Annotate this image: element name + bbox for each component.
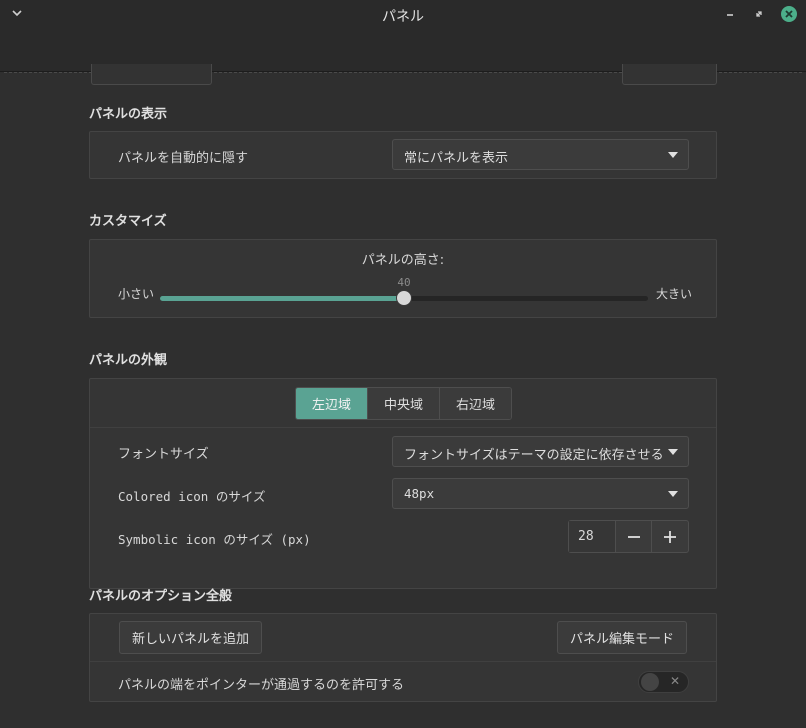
font-size-label: フォントサイズ xyxy=(118,447,209,462)
slider-value: 40 xyxy=(397,276,411,289)
symbolic-icon-value[interactable]: 28 xyxy=(569,521,616,552)
settings-content: パネルの表示 パネルを自動的に隠す 常にパネルを表示 カスタマイズ パネルの高さ… xyxy=(0,64,806,728)
toggle-off-icon: ✕ xyxy=(669,674,680,688)
colored-icon-label: Colored icon のサイズ xyxy=(118,489,266,504)
pointer-pass-toggle[interactable]: ✕ xyxy=(638,671,689,693)
minimize-icon[interactable] xyxy=(722,6,738,22)
dropdown-arrow-icon xyxy=(668,449,678,455)
add-panel-button[interactable]: 新しいパネルを追加 xyxy=(119,621,262,654)
symbolic-icon-spinner: 28 xyxy=(568,520,689,553)
colored-icon-combo-value: 48px xyxy=(404,486,435,501)
font-size-combo[interactable]: フォントサイズはテーマの設定に依存させる xyxy=(392,436,689,467)
window-title: パネル xyxy=(382,9,424,25)
scrolled-button-left[interactable] xyxy=(91,64,212,85)
plus-icon xyxy=(664,530,676,543)
slider-handle[interactable] xyxy=(396,290,412,306)
increment-button[interactable] xyxy=(652,521,688,552)
section-title-general: パネルのオプション全般 xyxy=(89,589,233,604)
autohide-combo[interactable]: 常にパネルを表示 xyxy=(392,139,689,170)
section-title-appearance: パネルの外観 xyxy=(89,353,168,368)
section-title-customize: カスタマイズ xyxy=(89,214,167,229)
section-title-visibility: パネルの表示 xyxy=(89,107,168,122)
font-size-combo-value: フォントサイズはテーマの設定に依存させる xyxy=(404,448,664,463)
divider xyxy=(90,661,716,662)
panel-edit-mode-button[interactable]: パネル編集モード xyxy=(557,621,687,654)
colored-icon-combo[interactable]: 48px xyxy=(392,478,689,509)
title-bar: パネル xyxy=(0,0,806,72)
divider xyxy=(90,427,716,428)
minus-icon xyxy=(627,535,640,538)
dropdown-arrow-icon xyxy=(668,491,678,497)
slider-fill xyxy=(160,296,404,301)
tab-left-zone[interactable]: 左辺域 xyxy=(296,388,368,419)
maximize-icon[interactable] xyxy=(751,6,767,22)
dropdown-arrow-icon xyxy=(668,152,678,158)
pointer-pass-label: パネルの端をポインターが通過するのを許可する xyxy=(118,678,405,693)
panel-height-label: パネルの高さ: xyxy=(361,253,445,268)
tab-center-zone[interactable]: 中央域 xyxy=(368,388,440,419)
general-frame: 新しいパネルを追加 パネル編集モード パネルの端をポインターが通過するのを許可す… xyxy=(89,613,717,702)
autohide-combo-value: 常にパネルを表示 xyxy=(404,151,509,166)
slider-max-label: 大きい xyxy=(656,287,693,301)
autohide-label: パネルを自動的に隠す xyxy=(118,151,249,166)
appearance-frame: 左辺域 中央域 右辺域 フォントサイズ フォントサイズはテーマの設定に依存させる… xyxy=(89,378,717,589)
toggle-knob xyxy=(641,673,659,691)
zone-tabs: 左辺域 中央域 右辺域 xyxy=(295,387,512,420)
tab-right-zone[interactable]: 右辺域 xyxy=(440,388,511,419)
visibility-frame: パネルを自動的に隠す 常にパネルを表示 xyxy=(89,131,717,179)
slider-min-label: 小さい xyxy=(118,287,155,301)
customize-frame: パネルの高さ: 小さい 大きい 40 xyxy=(89,239,717,318)
scrolled-button-right[interactable] xyxy=(622,64,717,85)
symbolic-icon-label: Symbolic icon のサイズ (px) xyxy=(118,532,311,547)
decrement-button[interactable] xyxy=(616,521,652,552)
close-icon[interactable] xyxy=(780,5,798,23)
